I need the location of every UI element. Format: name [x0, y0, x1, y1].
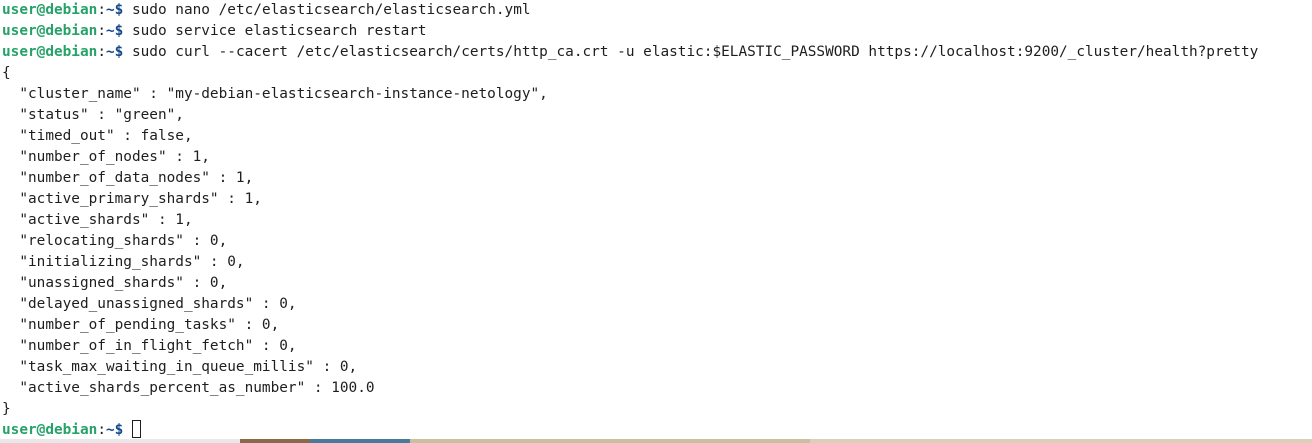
output-line: "relocating_shards" : 0,	[2, 233, 228, 249]
output-line: {	[2, 65, 11, 81]
desktop-background-strip	[0, 439, 1312, 443]
command-line: user@debian:~$ sudo service elasticsearc…	[2, 21, 1312, 42]
output-line: "cluster_name" : "my-debian-elasticsearc…	[2, 86, 548, 102]
prompt-path: ~$	[105, 44, 132, 60]
prompt-path: ~$	[105, 23, 132, 39]
output-line: "active_primary_shards" : 1,	[2, 191, 262, 207]
terminal-window[interactable]: user@debian:~$ sudo nano /etc/elasticsea…	[0, 0, 1312, 443]
command-line: user@debian:~$ sudo nano /etc/elasticsea…	[2, 0, 1312, 21]
output-line: "active_shards" : 1,	[2, 212, 193, 228]
output-line: "active_shards_percent_as_number" : 100.…	[2, 380, 375, 396]
command-text: sudo service elasticsearch restart	[131, 23, 427, 39]
command-text: sudo curl --cacert /etc/elasticsearch/ce…	[131, 44, 1259, 60]
output-line: "delayed_unassigned_shards" : 0,	[2, 296, 297, 312]
output-line: "timed_out" : false,	[2, 128, 193, 144]
text-cursor[interactable]	[131, 420, 141, 438]
prompt-user-host: user@debian	[2, 2, 98, 18]
prompt-user-host: user@debian	[2, 23, 98, 39]
terminal-output[interactable]: user@debian:~$ sudo nano /etc/elasticsea…	[0, 0, 1312, 440]
output-line: "task_max_waiting_in_queue_millis" : 0,	[2, 359, 358, 375]
output-line: "unassigned_shards" : 0,	[2, 275, 228, 291]
active-prompt-line[interactable]: user@debian:~$	[2, 420, 1312, 441]
output-line: "number_of_in_flight_fetch" : 0,	[2, 338, 297, 354]
command-text: sudo nano /etc/elasticsearch/elasticsear…	[131, 2, 531, 18]
output-line: "status" : "green",	[2, 107, 184, 123]
prompt-user-host: user@debian	[2, 422, 98, 438]
output-line: "initializing_shards" : 0,	[2, 254, 245, 270]
output-line: }	[2, 401, 11, 417]
output-line: "number_of_nodes" : 1,	[2, 149, 210, 165]
output-line: "number_of_pending_tasks" : 0,	[2, 317, 280, 333]
prompt-path: ~$	[105, 422, 132, 438]
prompt-separator: :	[97, 23, 106, 39]
prompt-separator: :	[97, 422, 106, 438]
prompt-path: ~$	[105, 2, 132, 18]
prompt-user-host: user@debian	[2, 44, 98, 60]
command-line: user@debian:~$ sudo curl --cacert /etc/e…	[2, 42, 1312, 63]
prompt-separator: :	[97, 2, 106, 18]
output-line: "number_of_data_nodes" : 1,	[2, 170, 254, 186]
prompt-separator: :	[97, 44, 106, 60]
